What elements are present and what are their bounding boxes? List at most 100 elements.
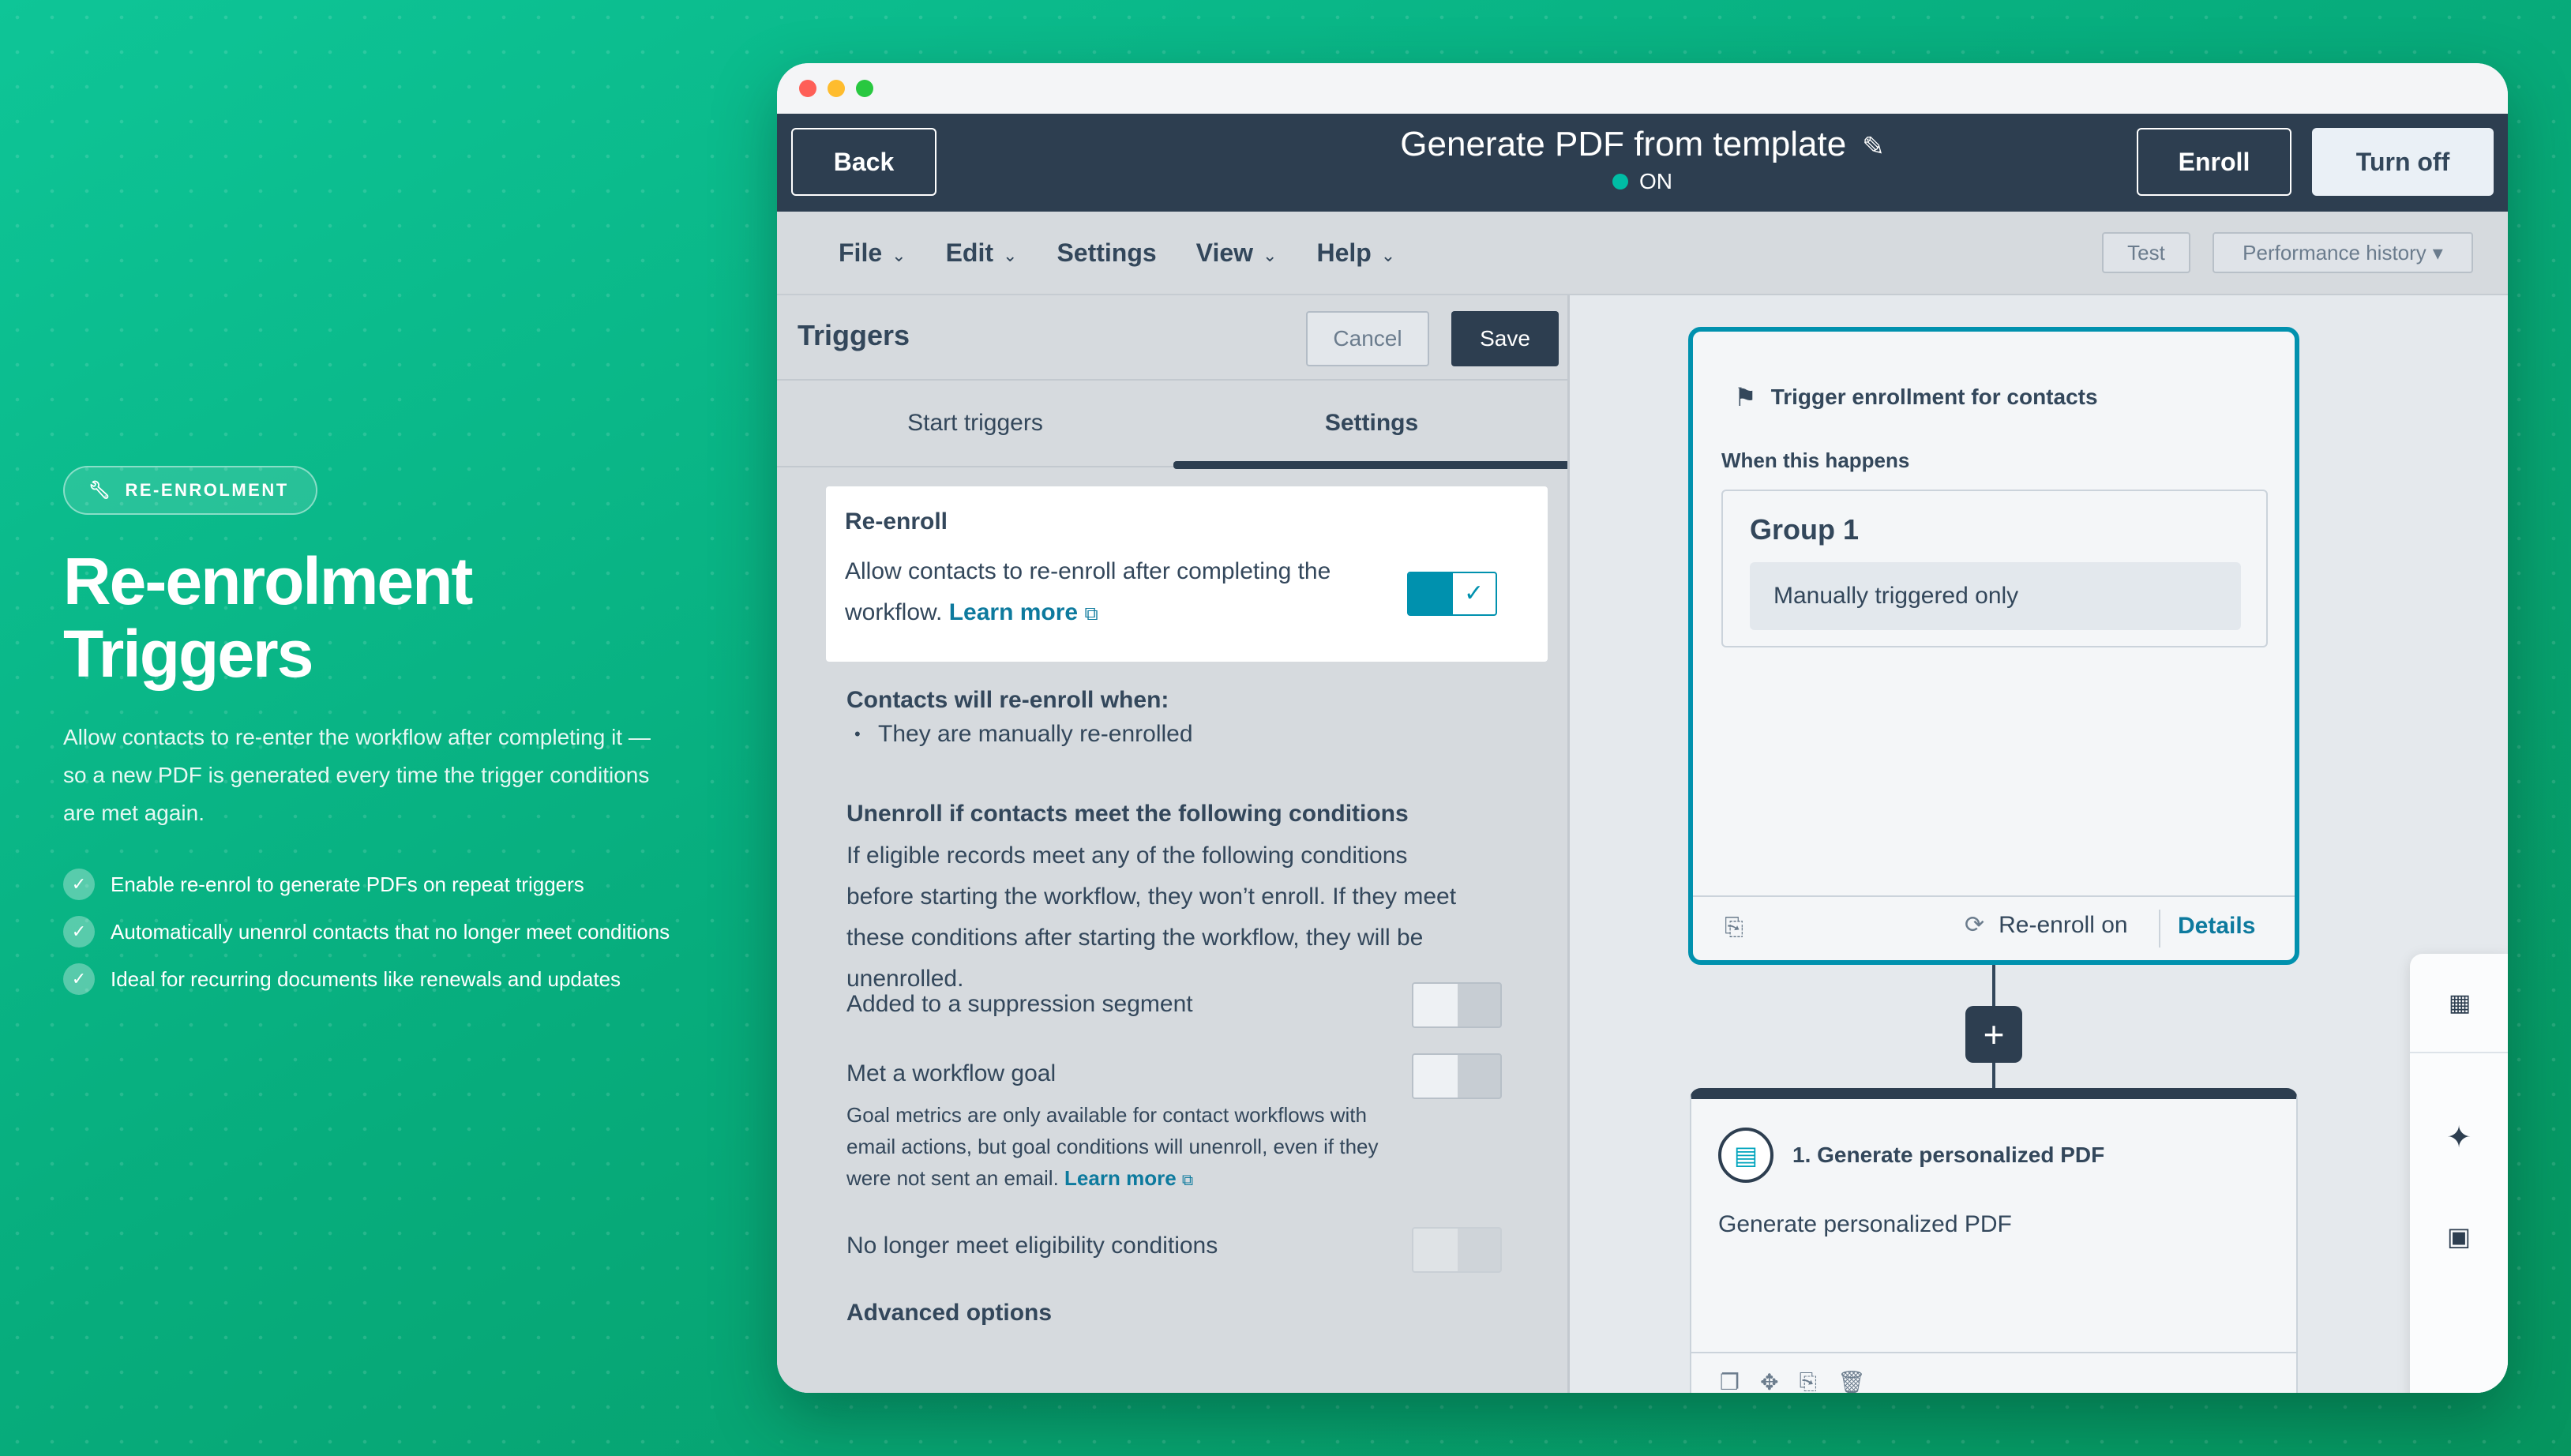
cancel-button[interactable]: Cancel xyxy=(1306,311,1429,366)
performance-history-button[interactable]: Performance history ▾ xyxy=(2213,232,2473,273)
will-reenroll-heading: Contacts will re-enroll when: xyxy=(846,687,1169,713)
menu-help-label: Help xyxy=(1316,238,1372,267)
feature-item: ✓ Automatically unenrol contacts that no … xyxy=(63,908,670,955)
refresh-icon: ⟳ xyxy=(1965,912,1985,938)
suppression-label: Added to a suppression segment xyxy=(846,991,1193,1017)
add-action-button[interactable]: + xyxy=(1965,1006,2022,1063)
when-this-happens-label: When this happens xyxy=(1721,448,1910,472)
connector-line xyxy=(1992,965,1995,1006)
action-card[interactable]: ▤ 1. Generate personalized PDF Generate … xyxy=(1690,1088,2298,1393)
app-window: Back Generate PDF from template ✎ ON Enro… xyxy=(777,63,2508,1393)
hero-title-line1: Re-enrolment xyxy=(63,544,473,618)
chat-icon[interactable]: ▣ xyxy=(2410,1188,2508,1285)
triggers-panel: Triggers Cancel Save Start triggers Sett… xyxy=(777,295,1570,1393)
hero-title-line2: Triggers xyxy=(63,617,313,691)
keyboard-icon[interactable]: ▦ xyxy=(2410,954,2508,1052)
clipboard-icon[interactable]: ⎘ xyxy=(1800,1369,1817,1393)
action-card-body: Generate personalized PDF xyxy=(1718,1211,2012,1237)
unenroll-heading: Unenroll if contacts meet the following … xyxy=(846,801,1409,827)
tab-start-triggers[interactable]: Start triggers xyxy=(777,381,1173,466)
enroll-button[interactable]: Enroll xyxy=(2137,128,2291,196)
sparkle-icon[interactable]: ✦ xyxy=(2410,1088,2508,1186)
chevron-down-icon: ⌄ xyxy=(1263,245,1278,265)
hero-description: Allow contacts to re-enter the workflow … xyxy=(63,725,651,825)
reenroll-heading: Re-enroll xyxy=(845,508,948,535)
menu-help[interactable]: Help ⌄ xyxy=(1316,238,1395,268)
menu-bar: File ⌄ Edit ⌄ Settings View ⌄ Help ⌄ Test Pe… xyxy=(777,212,2508,295)
feature-text: Ideal for recurring documents like renew… xyxy=(111,966,621,991)
reenroll-card: Re-enroll Allow contacts to re-enroll af… xyxy=(826,486,1548,662)
menu-settings[interactable]: Settings xyxy=(1057,238,1156,268)
triggers-tabs: Start triggers Settings xyxy=(777,381,1567,469)
menu-view[interactable]: View ⌄ xyxy=(1196,238,1278,268)
feature-item: ✓ Enable re-enrol to generate PDFs on rep… xyxy=(63,861,670,908)
turn-off-button[interactable]: Turn off xyxy=(2312,128,2494,196)
save-button[interactable]: Save xyxy=(1451,311,1559,366)
clipboard-icon[interactable]: ⎘ xyxy=(1725,914,1743,941)
close-window-dot[interactable] xyxy=(799,80,816,97)
menu-edit-label: Edit xyxy=(945,238,993,267)
copy-icon[interactable]: ❐ xyxy=(1720,1369,1740,1393)
goal-label: Met a workflow goal xyxy=(846,1060,1057,1086)
workflow-header: Back Generate PDF from template ✎ ON Enro… xyxy=(777,114,2508,212)
minimize-window-dot[interactable] xyxy=(828,80,845,97)
trigger-group[interactable]: Group 1 Manually triggered only xyxy=(1721,490,2268,647)
feature-item: ✓ Ideal for recurring documents like rene… xyxy=(63,955,670,1003)
external-link-icon: ⧉ xyxy=(1084,603,1098,625)
caret-down-icon: ▾ xyxy=(2432,240,2443,265)
triggers-title: Triggers xyxy=(798,319,910,351)
trigger-card-footer: ⎘ ⟳ Re-enroll on Details xyxy=(1693,895,2295,960)
goal-learn-more-link[interactable]: Learn more ⧉ xyxy=(1064,1166,1193,1190)
eligibility-toggle[interactable] xyxy=(1412,1227,1502,1273)
learn-more-link[interactable]: Learn more ⧉ xyxy=(949,599,1098,625)
learn-more-label: Learn more xyxy=(948,599,1079,625)
workflow-title-text: Generate PDF from template xyxy=(1400,125,1847,163)
tab-settings[interactable]: Settings xyxy=(1173,381,1567,469)
pdf-document-icon: ▤ xyxy=(1718,1128,1773,1183)
maximize-window-dot[interactable] xyxy=(856,80,873,97)
wrench-icon: 🔧︎ xyxy=(88,480,113,500)
feature-text: Automatically unenrol contacts that no l… xyxy=(111,919,670,944)
test-button[interactable]: Test xyxy=(2102,232,2190,273)
toggle-knob xyxy=(1413,984,1458,1026)
status-dot xyxy=(1612,174,1628,190)
footer-divider xyxy=(2159,910,2160,948)
goal-toggle[interactable] xyxy=(1412,1053,1502,1099)
feature-text: Enable re-enrol to generate PDFs on repe… xyxy=(111,872,584,896)
move-icon[interactable]: ✥ xyxy=(1760,1369,1778,1393)
group-condition: Manually triggered only xyxy=(1750,562,2241,630)
unenroll-description: If eligible records meet any of the foll… xyxy=(846,842,1457,992)
will-reenroll-item: • They are manually re-enrolled xyxy=(854,714,1193,755)
check-circle-icon: ✓ xyxy=(63,963,95,995)
menu-edit[interactable]: Edit ⌄ xyxy=(946,238,1018,268)
delete-icon[interactable]: 🗑︎ xyxy=(1837,1369,1866,1393)
menu-file[interactable]: File ⌄ xyxy=(839,238,906,268)
bullet-icon: • xyxy=(854,724,861,744)
menu-items: File ⌄ Edit ⌄ Settings View ⌄ Help ⌄ xyxy=(839,212,1395,294)
action-card-title: 1. Generate personalized PDF xyxy=(1792,1143,2105,1167)
reenroll-status: ⟳ Re-enroll on xyxy=(1965,911,2128,939)
pencil-icon[interactable]: ✎ xyxy=(1862,132,1885,162)
eligibility-label: No longer meet eligibility conditions xyxy=(846,1233,1218,1259)
chevron-down-icon: ⌄ xyxy=(1380,245,1396,265)
suppression-toggle[interactable] xyxy=(1412,982,1502,1028)
check-circle-icon: ✓ xyxy=(63,916,95,948)
check-circle-icon: ✓ xyxy=(63,869,95,900)
goal-note: Goal metrics are only available for cont… xyxy=(846,1099,1415,1196)
trigger-card-header: ⚑ Trigger enrollment for contacts xyxy=(1734,382,2098,412)
toggle-fill xyxy=(1409,573,1453,614)
right-toolbar: ▦ ✦ ▣ xyxy=(2410,954,2508,1393)
trigger-card[interactable]: ⚑ Trigger enrollment for contacts When t… xyxy=(1688,327,2299,965)
workflow-canvas[interactable]: ⚑ Trigger enrollment for contacts When t… xyxy=(1570,295,2508,1393)
hero-title: Re-enrolment Triggers xyxy=(63,544,473,691)
flag-icon: ⚑ xyxy=(1734,383,1757,411)
action-card-header: ▤ 1. Generate personalized PDF xyxy=(1718,1128,2104,1183)
reenrolment-badge: 🔧︎ RE-ENROLMENT xyxy=(63,466,317,515)
badge-label: RE-ENROLMENT xyxy=(125,480,289,500)
reenroll-toggle[interactable]: ✓ xyxy=(1407,572,1497,616)
details-link[interactable]: Details xyxy=(2178,913,2255,940)
chevron-down-icon: ⌄ xyxy=(1003,245,1018,265)
advanced-options-heading[interactable]: Advanced options xyxy=(846,1300,1052,1327)
trigger-card-title: Trigger enrollment for contacts xyxy=(1770,385,2098,409)
will-reenroll-item-text: They are manually re-enrolled xyxy=(878,721,1193,747)
